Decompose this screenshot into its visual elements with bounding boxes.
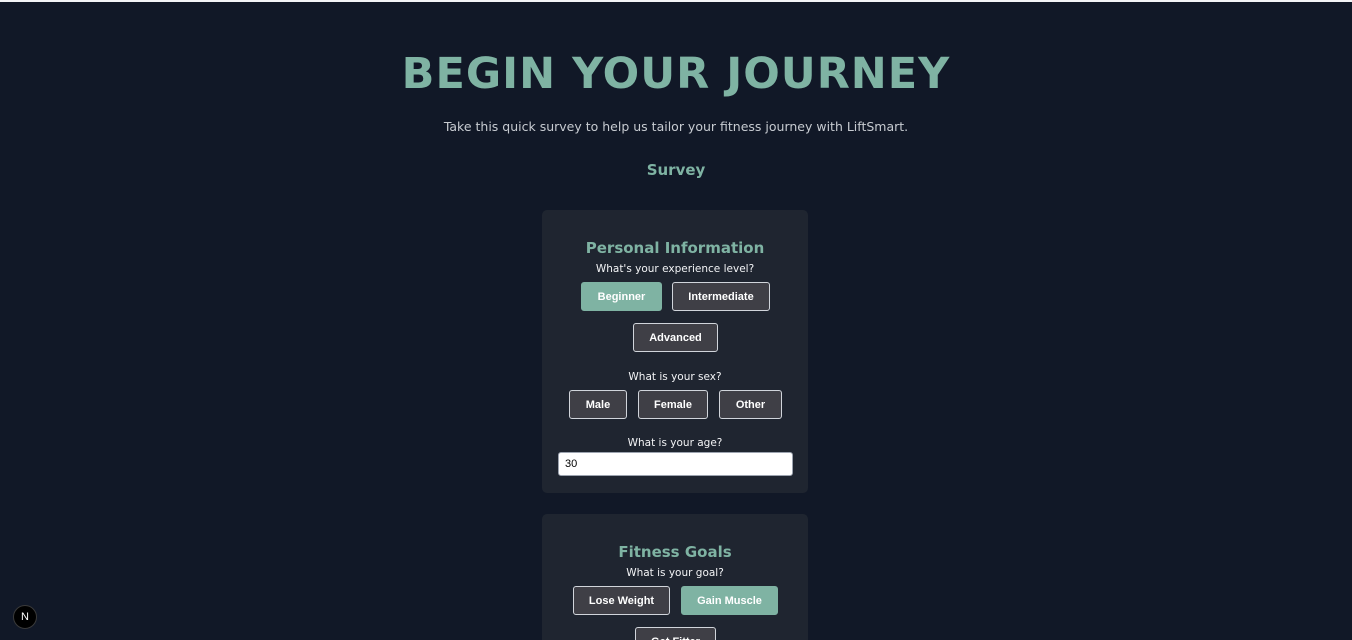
personal-information-card: Personal Information What's your experie… <box>542 210 808 493</box>
goal-question: What is your goal? <box>626 567 724 579</box>
sex-female-button[interactable]: Female <box>638 390 708 419</box>
goal-get-fitter-button[interactable]: Get Fitter <box>635 627 716 640</box>
sex-male-button[interactable]: Male <box>569 390 627 419</box>
sex-question: What is your sex? <box>628 371 722 383</box>
experience-advanced-button[interactable]: Advanced <box>633 323 718 352</box>
survey-heading: Survey <box>646 161 706 179</box>
goal-lose-weight-button[interactable]: Lose Weight <box>573 586 670 615</box>
age-input[interactable] <box>558 452 793 476</box>
page-title: BEGIN YOUR JOURNEY <box>401 49 951 99</box>
experience-question: What's your experience level? <box>595 263 755 275</box>
fitness-goals-card: Fitness Goals What is your goal? Lose We… <box>542 514 808 640</box>
sex-other-button[interactable]: Other <box>719 390 782 419</box>
nextjs-icon[interactable]: N <box>13 605 37 629</box>
fitness-goals-title: Fitness Goals <box>618 543 732 561</box>
experience-intermediate-button[interactable]: Intermediate <box>672 282 770 311</box>
goal-gain-muscle-button[interactable]: Gain Muscle <box>681 586 778 615</box>
top-border <box>0 0 1352 2</box>
experience-beginner-button[interactable]: Beginner <box>581 282 662 311</box>
page-subtitle: Take this quick survey to help us tailor… <box>443 119 909 134</box>
personal-information-title: Personal Information <box>585 239 765 257</box>
page: BEGIN YOUR JOURNEY Take this quick surve… <box>0 0 1352 640</box>
age-question: What is your age? <box>627 437 723 449</box>
